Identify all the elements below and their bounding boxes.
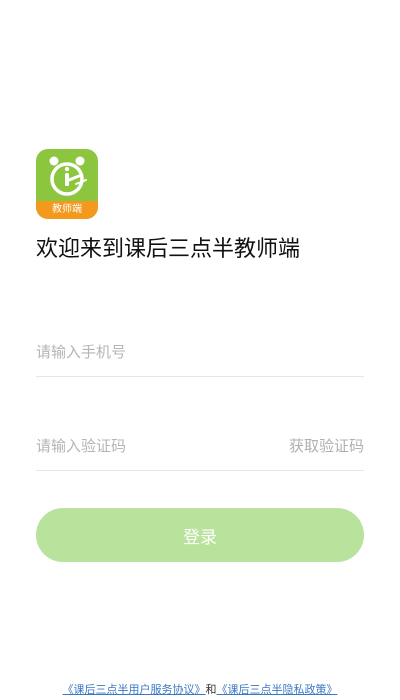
verification-code-input[interactable]: [36, 424, 256, 468]
privacy-policy-link[interactable]: 《课后三点半隐私政策》: [217, 683, 338, 696]
get-code-button[interactable]: 获取验证码: [289, 424, 364, 468]
phone-input[interactable]: [36, 330, 256, 374]
alarm-clock-icon: [49, 156, 87, 196]
welcome-title: 欢迎来到课后三点半教师端: [36, 237, 301, 262]
verification-code-field: 获取验证码: [36, 424, 364, 471]
user-agreement-link[interactable]: 《课后三点半用户服务协议》: [63, 683, 206, 696]
agreement-links: 《课后三点半用户服务协议》和《课后三点半隐私政策》: [0, 682, 400, 698]
app-logo: 教师端: [36, 149, 98, 219]
logo-badge: 教师端: [36, 201, 98, 219]
phone-field: [36, 330, 364, 377]
agreement-conjunction: 和: [205, 683, 217, 696]
login-button[interactable]: 登录: [36, 508, 364, 562]
